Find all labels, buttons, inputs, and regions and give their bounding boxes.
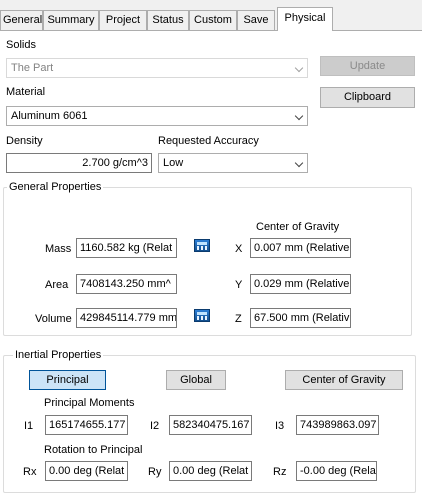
general-properties-title: General Properties (7, 181, 104, 193)
rz-field[interactable]: -0.00 deg (Rela (296, 461, 377, 481)
clipboard-button[interactable]: Clipboard (320, 87, 415, 108)
z-field[interactable]: 67.500 mm (Relativ (250, 308, 351, 328)
accuracy-label: Requested Accuracy (158, 135, 259, 147)
z-label: Z (235, 313, 242, 325)
rx-label: Rx (23, 466, 37, 478)
center-of-gravity-button[interactable]: Center of Gravity (285, 370, 403, 390)
i1-field[interactable]: 165174655.177 (45, 415, 128, 435)
i2-field[interactable]: 582340475.167 (169, 415, 252, 435)
solids-value: The Part (11, 62, 54, 74)
volume-field[interactable]: 429845114.779 mm (76, 308, 177, 328)
tab-summary[interactable]: Summary (43, 10, 99, 30)
area-label: Area (45, 279, 69, 291)
chevron-down-icon (294, 111, 304, 121)
volume-label: Volume (35, 313, 72, 325)
rx-field[interactable]: 0.00 deg (Relat (45, 461, 128, 481)
update-button[interactable]: Update (320, 56, 415, 76)
tab-status[interactable]: Status (147, 10, 189, 30)
calculator-icon[interactable] (194, 239, 210, 252)
density-label: Density (6, 135, 43, 147)
chevron-down-icon (294, 158, 304, 168)
mass-label: Mass (45, 243, 72, 255)
density-field[interactable]: 2.700 g/cm^3 (6, 153, 152, 173)
cog-title: Center of Gravity (256, 221, 340, 233)
inertial-properties-title: Inertial Properties (13, 349, 104, 361)
tab-custom[interactable]: Custom (189, 10, 237, 30)
material-dropdown[interactable]: Aluminum 6061 (6, 106, 308, 126)
i3-field[interactable]: 743989863.097 (296, 415, 379, 435)
mass-field[interactable]: 1160.582 kg (Relat (76, 238, 177, 258)
i1-label: I1 (24, 420, 34, 432)
i2-label: I2 (150, 420, 160, 432)
material-value: Aluminum 6061 (11, 110, 88, 122)
calculator-icon[interactable] (194, 309, 210, 322)
y-field[interactable]: 0.029 mm (Relative (250, 274, 351, 294)
ry-field[interactable]: 0.00 deg (Relat (169, 461, 252, 481)
x-label: X (235, 243, 243, 255)
tab-save[interactable]: Save (237, 10, 275, 30)
rotation-to-principal-title: Rotation to Principal (44, 444, 143, 456)
accuracy-value: Low (163, 157, 184, 169)
global-button[interactable]: Global (166, 370, 226, 390)
physical-panel: Solids The Part Update Material Aluminum… (0, 31, 422, 496)
material-label: Material (6, 86, 46, 98)
area-field[interactable]: 7408143.250 mm^ (76, 274, 177, 294)
x-field[interactable]: 0.007 mm (Relative (250, 238, 351, 258)
principal-moments-title: Principal Moments (44, 397, 135, 409)
solids-dropdown[interactable]: The Part (6, 58, 308, 78)
y-label: Y (235, 279, 243, 291)
ry-label: Ry (148, 466, 162, 478)
solids-label: Solids (6, 39, 36, 51)
tab-project[interactable]: Project (99, 10, 147, 30)
chevron-down-icon (294, 63, 304, 73)
tab-strip: General Summary Project Status Custom Sa… (0, 0, 422, 31)
tab-general[interactable]: General (0, 10, 43, 30)
accuracy-dropdown[interactable]: Low (158, 153, 308, 173)
i3-label: I3 (275, 420, 285, 432)
rz-label: Rz (273, 466, 287, 478)
tab-physical[interactable]: Physical (277, 7, 333, 31)
principal-button[interactable]: Principal (29, 370, 106, 390)
